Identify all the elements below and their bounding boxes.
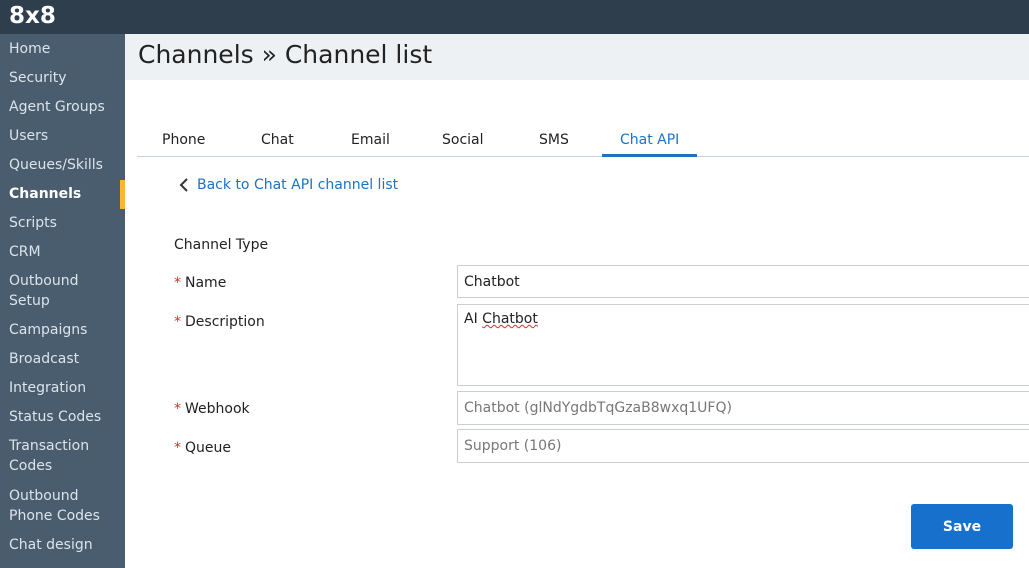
channel-type-label: Channel Type — [174, 237, 269, 253]
required-mark: * — [174, 275, 181, 291]
name-label-text: Name — [185, 275, 227, 291]
queue-label-text: Queue — [185, 440, 231, 456]
sidebar-item-home[interactable]: Home — [0, 39, 125, 59]
logo: 8x8 — [9, 3, 56, 29]
sidebar-item-label: Phone Codes — [9, 508, 100, 524]
sidebar-item-label: Setup — [9, 293, 50, 309]
queue-select-value: Support (106) — [464, 438, 562, 454]
active-tab-indicator — [602, 154, 697, 157]
sidebar-item-outbound-phone-codes[interactable]: Outbound Phone Codes — [0, 486, 125, 526]
sidebar-item-label: Transaction — [9, 438, 90, 454]
webhook-label-text: Webhook — [185, 401, 250, 417]
back-link-label: Back to Chat API channel list — [197, 177, 399, 193]
save-button[interactable]: Save — [911, 504, 1013, 549]
description-label-text: Description — [185, 314, 265, 330]
sidebar-item-queues-skills[interactable]: Queues/Skills — [0, 155, 125, 175]
required-mark: * — [174, 314, 181, 330]
sidebar-item-users[interactable]: Users — [0, 126, 125, 146]
description-label: * Description — [174, 314, 265, 330]
queue-label: * Queue — [174, 440, 231, 456]
sidebar-item-outbound-setup[interactable]: Outbound Setup — [0, 271, 125, 311]
required-mark: * — [174, 401, 181, 417]
sidebar-item-campaigns[interactable]: Campaigns — [0, 320, 125, 340]
tab-social[interactable]: Social — [442, 132, 484, 148]
webhook-select[interactable]: Chatbot (glNdYgdbTqGzaB8wxq1UFQ) — [457, 391, 1029, 425]
chevron-left-icon — [179, 178, 188, 192]
sidebar: Home Security Agent Groups Users Queues/… — [0, 34, 125, 568]
sidebar-item-transaction-codes[interactable]: Transaction Codes — [0, 436, 125, 476]
description-value-word1: AI — [464, 311, 478, 327]
sidebar-item-agent-groups[interactable]: Agent Groups — [0, 97, 125, 117]
required-mark: * — [174, 440, 181, 456]
back-to-channel-list-link[interactable]: Back to Chat API channel list — [179, 177, 398, 193]
sidebar-item-security[interactable]: Security — [0, 68, 125, 88]
spellcheck-underlined-word: Chatbot — [482, 311, 538, 327]
sidebar-item-status-codes[interactable]: Status Codes — [0, 407, 125, 427]
active-item-marker — [120, 180, 125, 209]
sidebar-item-label: Outbound — [9, 273, 79, 289]
page-header: Channels » Channel list — [125, 34, 1029, 80]
sidebar-item-chat-design[interactable]: Chat design — [0, 535, 125, 555]
tab-sms[interactable]: SMS — [539, 132, 569, 148]
sidebar-item-integration[interactable]: Integration — [0, 378, 125, 398]
sidebar-item-channels[interactable]: Channels — [0, 184, 125, 204]
sidebar-item-crm[interactable]: CRM — [0, 242, 125, 262]
webhook-label: * Webhook — [174, 401, 250, 417]
name-input[interactable]: Chatbot — [457, 265, 1029, 298]
description-textarea[interactable]: AI Chatbot — [457, 304, 1029, 386]
name-label: * Name — [174, 275, 226, 291]
top-bar: 8x8 — [0, 0, 1029, 34]
name-input-value: Chatbot — [464, 273, 520, 290]
sidebar-item-broadcast[interactable]: Broadcast — [0, 349, 125, 369]
tabs-divider — [137, 156, 1029, 157]
webhook-select-value: Chatbot (glNdYgdbTqGzaB8wxq1UFQ) — [464, 400, 732, 416]
sidebar-item-label: Codes — [9, 458, 53, 474]
tab-chat-api[interactable]: Chat API — [620, 132, 679, 148]
tab-phone[interactable]: Phone — [162, 132, 205, 148]
sidebar-item-scripts[interactable]: Scripts — [0, 213, 125, 233]
tab-chat[interactable]: Chat — [261, 132, 294, 148]
tab-email[interactable]: Email — [351, 132, 390, 148]
page-title: Channels » Channel list — [138, 40, 433, 69]
queue-select[interactable]: Support (106) — [457, 429, 1029, 463]
sidebar-item-label: Outbound — [9, 488, 79, 504]
